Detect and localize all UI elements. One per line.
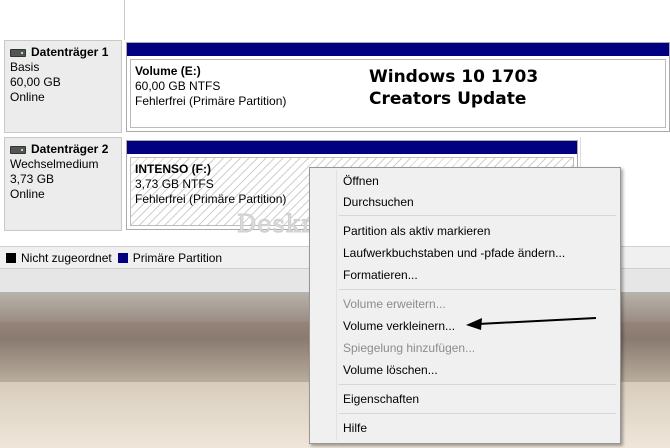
annotation-arrow-icon	[466, 317, 597, 330]
